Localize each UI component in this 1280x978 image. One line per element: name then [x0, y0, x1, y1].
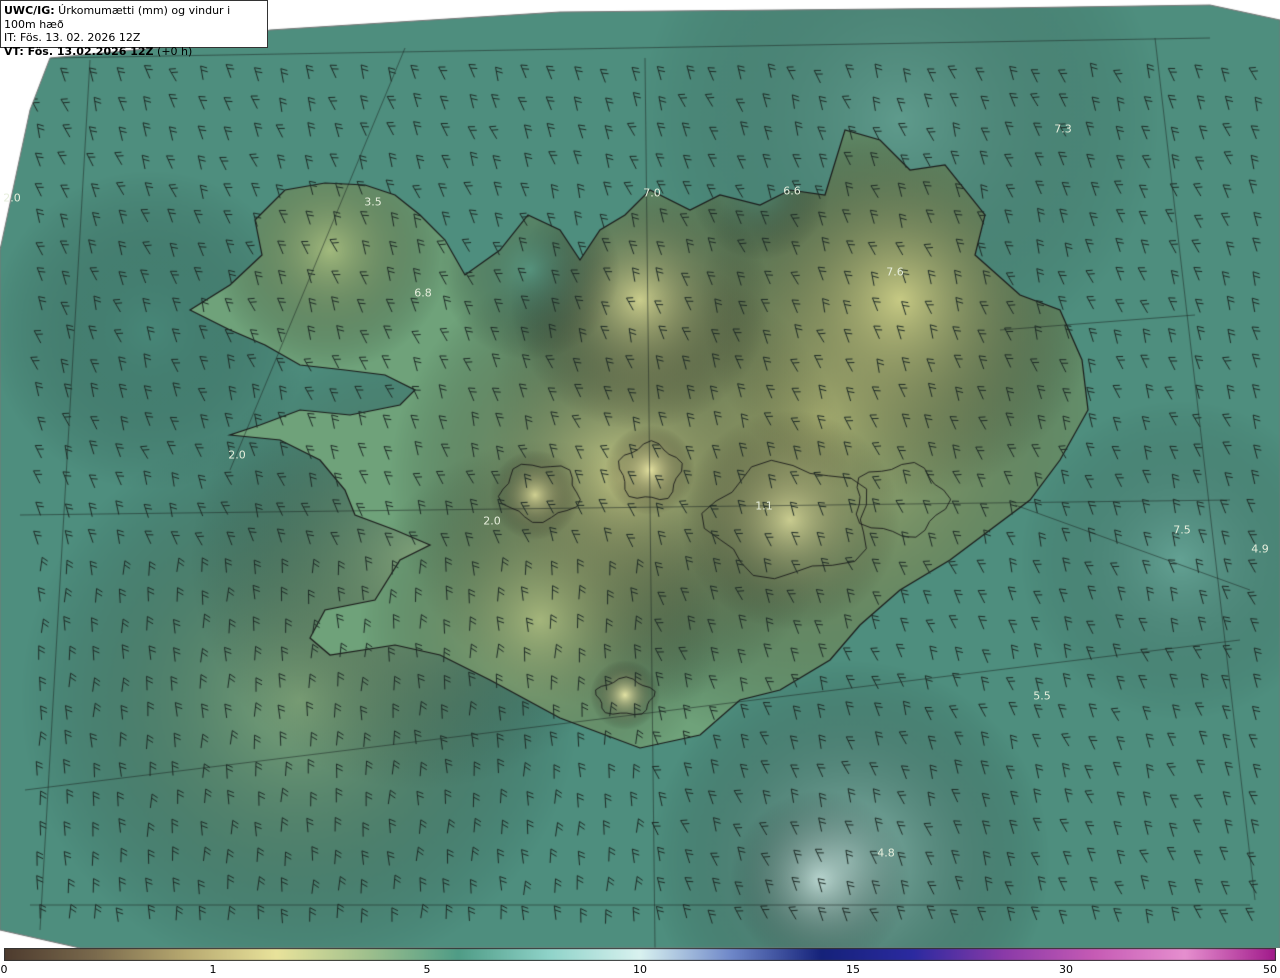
- map-value-label: 4.9: [1251, 542, 1269, 556]
- map-info-box: UWC/IG: Úrkomumætti (mm) og vindur i 100…: [0, 0, 268, 58]
- map-value-label: 5.5: [1033, 689, 1051, 703]
- map-value-label: 4.8: [877, 846, 895, 860]
- map-value-label: 7.0: [643, 186, 661, 200]
- colorbar: 0 1 5 10 15 30 50: [0, 948, 1280, 978]
- map-value-label: 7.3: [1054, 122, 1072, 136]
- map-value-label: 2.0: [228, 448, 246, 462]
- map-value-label: 7.6: [886, 265, 904, 279]
- colorbar-gradient: [4, 948, 1276, 961]
- map-value-label: 2.0: [483, 514, 501, 528]
- colorbar-tick-0: 0: [0, 963, 8, 976]
- map-value-label: 7.5: [1173, 523, 1191, 537]
- colorbar-tick-15: 15: [846, 963, 860, 976]
- init-time: IT: Fös. 13. 02. 2026 12Z: [4, 31, 141, 44]
- map-value-label: 2.0: [3, 191, 21, 205]
- map-value-label: 6.6: [783, 184, 801, 198]
- map-value-label: 1.1: [755, 499, 773, 513]
- product-title: UWC/IG: Úrkomumætti (mm) og vindur i 100…: [4, 4, 231, 31]
- precipitation-map: [0, 0, 1280, 948]
- colorbar-tick-50: 50: [1263, 963, 1277, 976]
- map-value-label: 6.8: [414, 286, 432, 300]
- valid-time: VT: Fös. 13.02.2026 12Z (+0 h): [4, 44, 193, 58]
- colorbar-tick-10: 10: [633, 963, 647, 976]
- map-value-label: 3.5: [364, 195, 382, 209]
- colorbar-tick-5: 5: [423, 963, 431, 976]
- colorbar-tick-1: 1: [209, 963, 217, 976]
- colorbar-tick-30: 30: [1059, 963, 1073, 976]
